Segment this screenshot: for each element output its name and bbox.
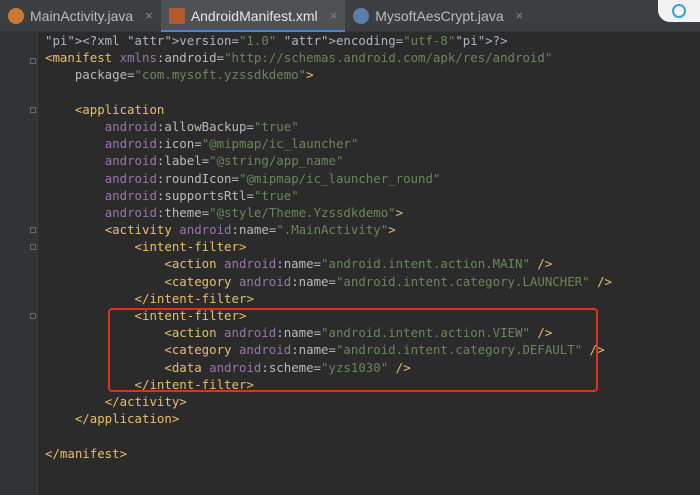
code-line[interactable]: android:allowBackup="true" xyxy=(45,118,700,135)
fold-marker-icon[interactable] xyxy=(30,58,36,64)
code-line[interactable]: package="com.mysoft.yzssdkdemo"> xyxy=(45,66,700,83)
fold-marker-icon[interactable] xyxy=(30,313,36,319)
code-line[interactable]: </application> xyxy=(45,410,700,427)
tab-mysoft-aes-crypt[interactable]: MysoftAesCrypt.java × xyxy=(345,0,531,31)
code-line[interactable]: android:roundIcon="@mipmap/ic_launcher_r… xyxy=(45,170,700,187)
code-line[interactable] xyxy=(45,84,700,101)
java-file-icon xyxy=(8,7,24,24)
code-editor[interactable]: "pi"><?xml "attr">version="1.0" "attr">e… xyxy=(45,32,700,462)
assistant-icon[interactable] xyxy=(658,0,700,22)
code-line[interactable]: </manifest> xyxy=(45,445,700,462)
tab-label: MysoftAesCrypt.java xyxy=(375,7,504,24)
tab-label: AndroidManifest.xml xyxy=(190,7,318,24)
code-line[interactable]: </activity> xyxy=(45,393,700,410)
close-icon[interactable]: × xyxy=(330,8,338,23)
code-line[interactable]: <manifest xmlns:android="http://schemas.… xyxy=(45,49,700,66)
highlight-box xyxy=(108,308,598,392)
code-line[interactable]: <action android:name="android.intent.act… xyxy=(45,255,700,272)
xml-file-icon xyxy=(168,7,185,24)
code-line[interactable]: <activity android:name=".MainActivity"> xyxy=(45,221,700,238)
tab-android-manifest[interactable]: AndroidManifest.xml × xyxy=(160,0,346,32)
code-line[interactable]: <category android:name="android.intent.c… xyxy=(45,273,700,290)
close-icon[interactable]: × xyxy=(145,8,153,23)
code-line[interactable]: <intent-filter> xyxy=(45,238,700,255)
fold-marker-icon[interactable] xyxy=(30,244,36,250)
close-icon[interactable]: × xyxy=(516,8,524,23)
code-line[interactable]: <application xyxy=(45,101,700,118)
tab-label: MainActivity.java xyxy=(30,7,134,24)
editor-tab-bar: MainActivity.java × AndroidManifest.xml … xyxy=(0,0,700,32)
code-line[interactable]: android:supportsRtl="true" xyxy=(45,187,700,204)
fold-marker-icon[interactable] xyxy=(30,227,36,233)
code-line[interactable]: android:icon="@mipmap/ic_launcher" xyxy=(45,135,700,152)
code-line[interactable] xyxy=(45,427,700,444)
tab-main-activity[interactable]: MainActivity.java × xyxy=(0,0,161,31)
code-line[interactable]: android:label="@string/app_name" xyxy=(45,152,700,169)
code-line[interactable]: android:theme="@style/Theme.Yzssdkdemo"> xyxy=(45,204,700,221)
editor-gutter xyxy=(0,32,38,495)
fold-marker-icon[interactable] xyxy=(30,107,36,113)
java-file-icon xyxy=(353,7,370,24)
code-line[interactable]: "pi"><?xml "attr">version="1.0" "attr">e… xyxy=(45,32,700,49)
code-line[interactable]: </intent-filter> xyxy=(45,290,700,307)
